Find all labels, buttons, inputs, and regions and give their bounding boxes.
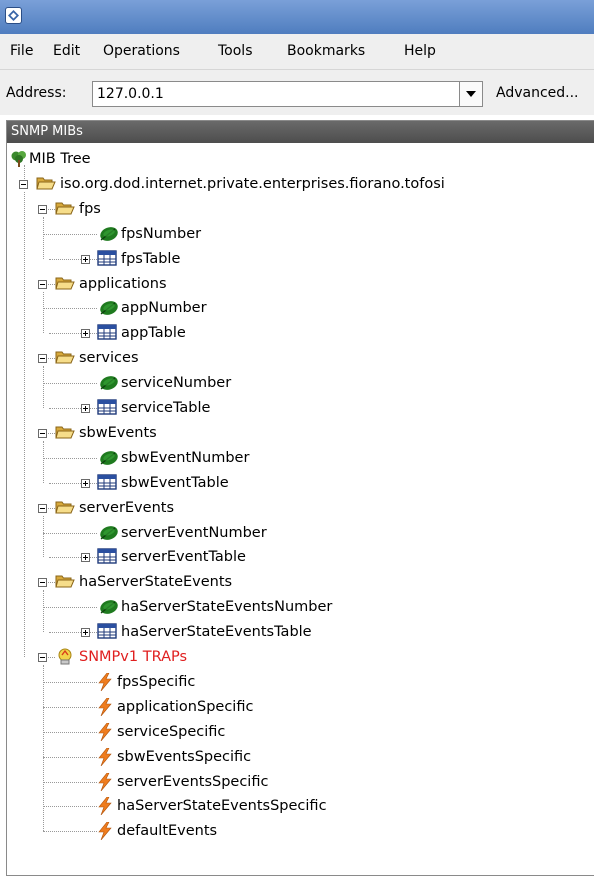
tree-node-label: serverEvents xyxy=(79,499,174,516)
tree-node-label: appNumber xyxy=(121,300,207,317)
menu-edit[interactable]: Edit xyxy=(53,34,80,69)
tree-node-sbweventtable[interactable]: sbwEventTable xyxy=(7,471,587,495)
tree-node-label: defaultEvents xyxy=(117,823,218,840)
tree-node-snmpv1-traps[interactable]: SNMPv1 TRAPs xyxy=(7,645,587,669)
tree-node-servereventsspecific[interactable]: serverEventsSpecific xyxy=(7,770,587,794)
folder-open-icon xyxy=(55,573,75,597)
snmp-mibs-panel: SNMP MIBs MIB Tree iso.org.dod.internet.p… xyxy=(6,120,594,876)
tree-node-defaultevents[interactable]: defaultEvents xyxy=(7,819,587,843)
advanced-button[interactable]: Advanced... xyxy=(496,70,579,116)
tree-node-sbweventnumber[interactable]: sbwEventNumber xyxy=(7,446,587,470)
tree-node-label: MIB Tree xyxy=(29,151,91,167)
tree-node-iso-org-dod-internet-private-enterprises-fiorano-tofosi[interactable]: iso.org.dod.internet.private.enterprises… xyxy=(7,172,587,196)
tree-node-sbweventsspecific[interactable]: sbwEventsSpecific xyxy=(7,745,587,769)
tree-node-label: serviceSpecific xyxy=(117,723,226,740)
tree-node-label: haServerStateEventsTable xyxy=(121,624,312,641)
tree-node-label: fpsTable xyxy=(121,250,181,267)
chevron-down-icon xyxy=(466,91,476,97)
tree-node-mib-tree[interactable]: MIB Tree xyxy=(7,147,587,171)
tree-node-fps[interactable]: fps xyxy=(7,197,587,221)
folder-open-icon xyxy=(36,175,56,199)
tree-node-serverevents[interactable]: serverEvents xyxy=(7,496,587,520)
table-icon xyxy=(97,249,117,274)
tree-node-applications[interactable]: applications xyxy=(7,272,587,296)
tree-node-label: sbwEventsSpecific xyxy=(117,748,252,765)
window-title-bar xyxy=(0,0,594,34)
tree-node-label: serviceNumber xyxy=(121,375,232,392)
tree-node-label: fpsSpecific xyxy=(117,673,196,690)
tree-node-servicespecific[interactable]: serviceSpecific xyxy=(7,720,587,744)
tree-node-applicationspecific[interactable]: applicationSpecific xyxy=(7,695,587,719)
folder-open-icon xyxy=(55,499,75,523)
tree-node-label: applicationSpecific xyxy=(117,698,254,715)
tree-node-haserverstateeventsnumber[interactable]: haServerStateEventsNumber xyxy=(7,595,587,619)
mib-tree[interactable]: MIB Tree iso.org.dod.internet.private.ent… xyxy=(7,143,594,877)
tree-node-label: appTable xyxy=(121,325,186,342)
folder-open-icon xyxy=(55,275,75,299)
tree-node-services[interactable]: services xyxy=(7,346,587,370)
panel-title: SNMP MIBs xyxy=(7,121,594,143)
table-icon xyxy=(97,399,117,423)
address-dropdown-button[interactable] xyxy=(459,82,482,106)
menu-bookmarks[interactable]: Bookmarks xyxy=(287,34,365,69)
table-icon xyxy=(97,324,117,348)
tree-node-servereventnumber[interactable]: serverEventNumber xyxy=(7,521,587,545)
tree-node-sbwevents[interactable]: sbwEvents xyxy=(7,421,587,445)
tree-node-label: serverEventTable xyxy=(121,549,246,566)
address-bar: Address: Advanced... xyxy=(0,69,594,115)
lightning-icon xyxy=(97,821,113,848)
address-label: Address: xyxy=(6,85,67,101)
tree-node-fpsnumber[interactable]: fpsNumber xyxy=(7,222,587,246)
folder-open-icon xyxy=(55,200,75,224)
tree-node-appnumber[interactable]: appNumber xyxy=(7,296,587,320)
tree-node-fpstable[interactable]: fpsTable xyxy=(7,247,587,271)
address-combo[interactable] xyxy=(92,81,483,107)
tree-node-label: fpsNumber xyxy=(121,225,202,242)
tree-node-label: serverEventsSpecific xyxy=(117,773,269,790)
tree-node-haserverstateevents[interactable]: haServerStateEvents xyxy=(7,570,587,594)
tree-node-label: fps xyxy=(79,200,101,217)
tree-node-label: applications xyxy=(79,275,167,292)
tree-node-label: services xyxy=(79,350,139,367)
tree-node-label: serviceTable xyxy=(121,400,211,416)
tree-node-label: serverEventNumber xyxy=(121,524,267,541)
app-icon[interactable] xyxy=(5,7,22,24)
tree-node-label: SNMPv1 TRAPs xyxy=(79,649,188,665)
menu-file[interactable]: File xyxy=(10,34,33,69)
menu-tools[interactable]: Tools xyxy=(218,34,253,69)
address-input[interactable] xyxy=(97,82,447,106)
tree-node-label: haServerStateEventsNumber xyxy=(121,599,333,616)
tree-node-servicenumber[interactable]: serviceNumber xyxy=(7,371,587,395)
menu-operations[interactable]: Operations xyxy=(103,34,180,69)
tree-node-servereventtable[interactable]: serverEventTable xyxy=(7,545,587,569)
tree-node-label: sbwEventNumber xyxy=(121,449,250,466)
menu-bar: File Edit Operations Tools Bookmarks Hel… xyxy=(0,34,594,69)
tree-node-servicetable[interactable]: serviceTable xyxy=(7,396,587,420)
tree-node-haserverstateeventstable[interactable]: haServerStateEventsTable xyxy=(7,620,587,644)
table-icon xyxy=(97,473,117,498)
tree-node-fpsspecific[interactable]: fpsSpecific xyxy=(7,670,587,694)
menu-help[interactable]: Help xyxy=(404,34,436,69)
tree-node-haserverstateeventsspecific[interactable]: haServerStateEventsSpecific xyxy=(7,794,587,818)
table-icon xyxy=(97,548,117,572)
table-icon xyxy=(97,623,117,647)
tree-node-apptable[interactable]: appTable xyxy=(7,321,587,345)
tree-node-label: sbwEventTable xyxy=(121,474,229,491)
tree-node-label: sbwEvents xyxy=(79,424,157,441)
tree-node-label: haServerStateEventsSpecific xyxy=(117,798,327,815)
tree-node-label: haServerStateEvents xyxy=(79,574,233,591)
tree-node-label: iso.org.dod.internet.private.enterprises… xyxy=(60,175,445,192)
folder-open-icon xyxy=(55,349,75,373)
folder-open-icon xyxy=(55,424,75,448)
